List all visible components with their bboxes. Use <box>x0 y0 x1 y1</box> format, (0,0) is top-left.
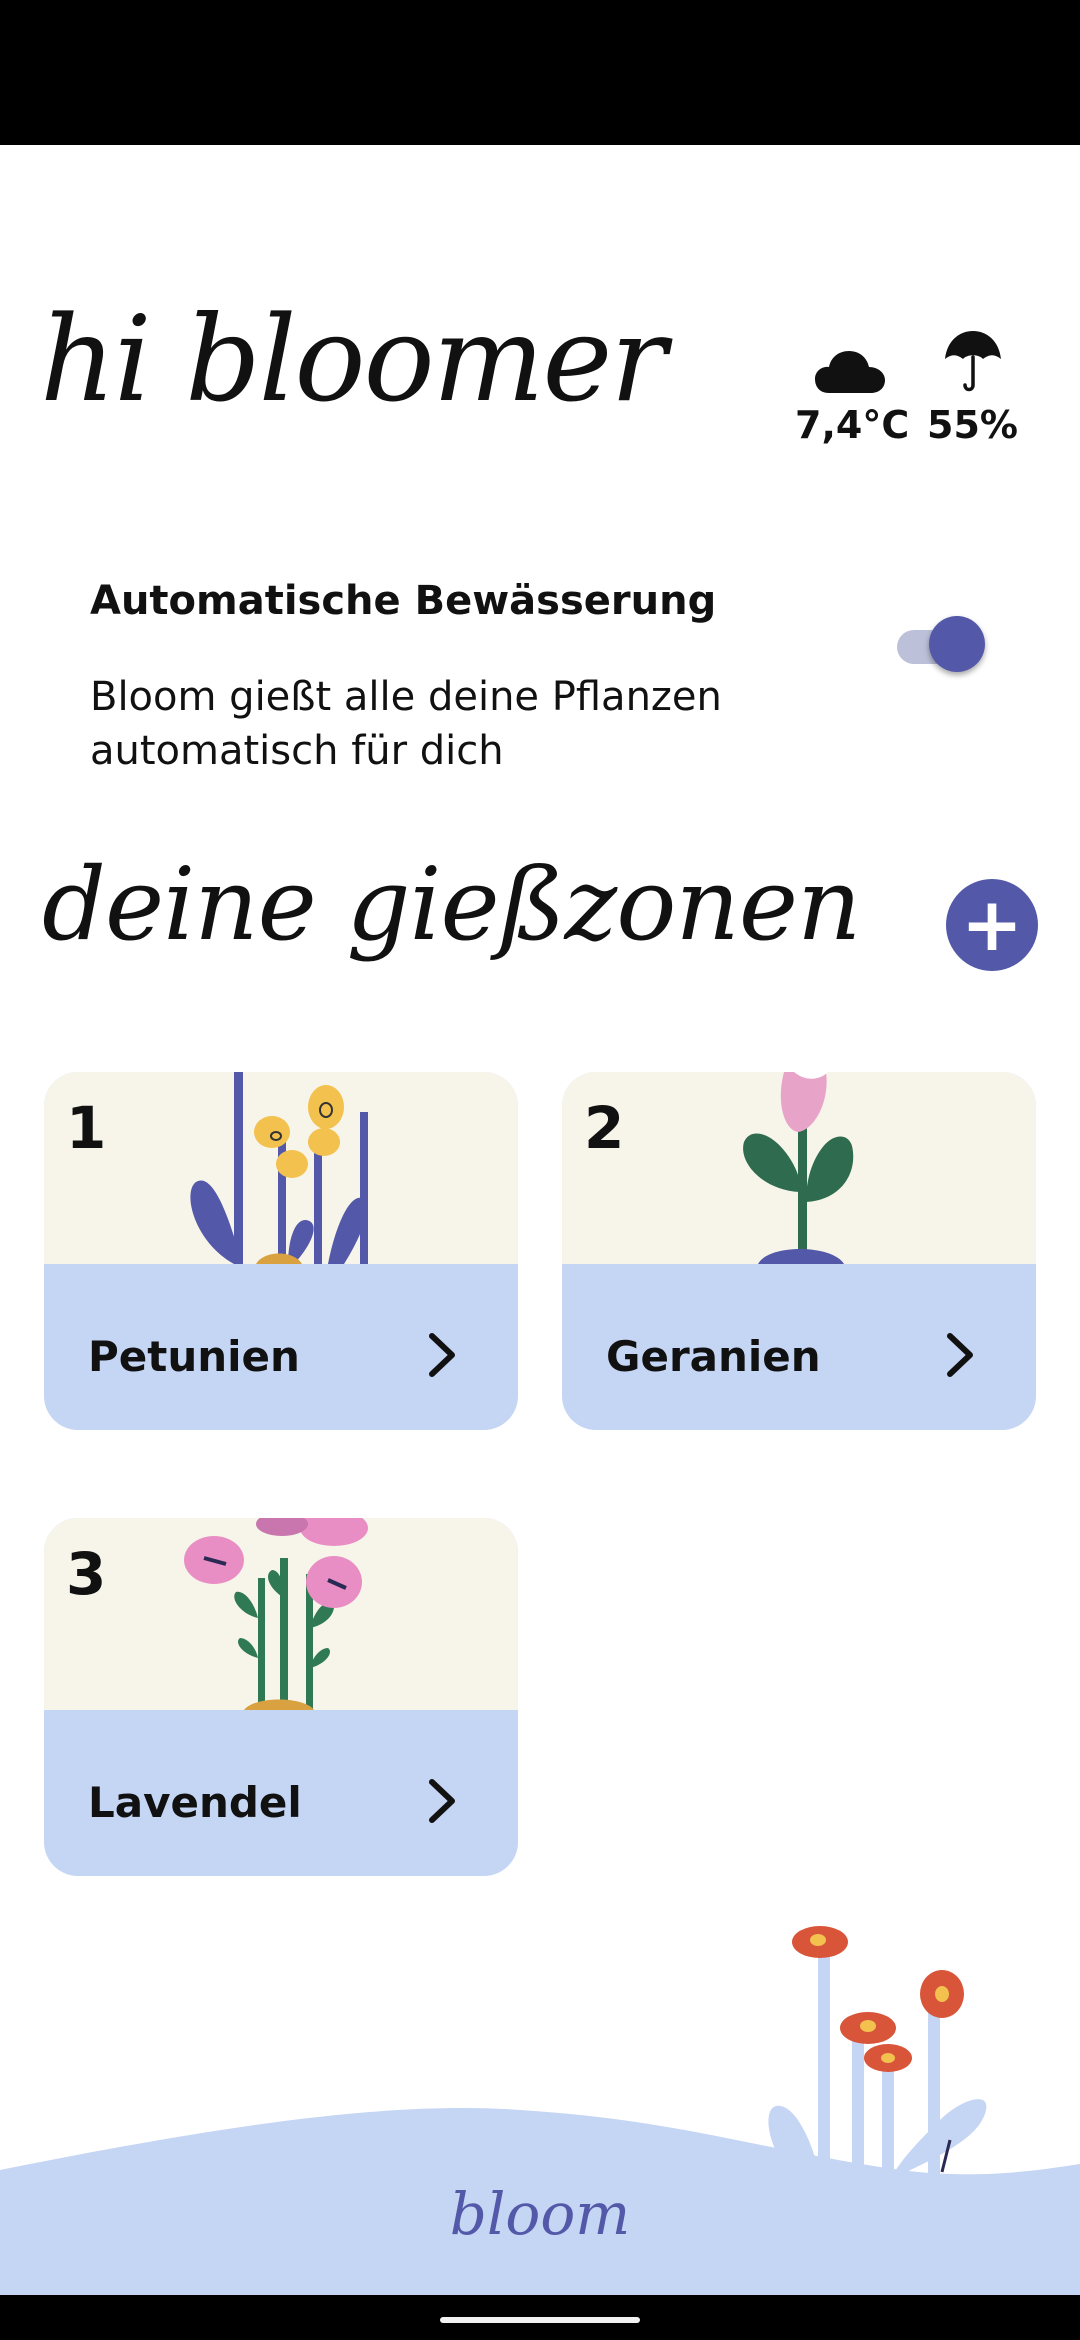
add-zone-button[interactable]: + <box>946 879 1038 971</box>
lavender-illustration-icon <box>184 1518 368 1710</box>
zone-card-petunien[interactable]: 1 Petunien <box>44 1072 518 1430</box>
auto-watering-toggle[interactable] <box>893 612 985 672</box>
toggle-thumb <box>929 616 985 672</box>
zone-number: 1 <box>66 1094 107 1162</box>
auto-watering-description: Bloom gießt alle deine Pflanzen automati… <box>90 674 722 774</box>
temperature-value: 7,4°C <box>795 403 910 447</box>
zone-number: 2 <box>584 1094 625 1162</box>
status-bar <box>0 0 1080 145</box>
chevron-right-icon <box>429 1779 455 1823</box>
greeting-title: hi bloomer <box>40 290 667 428</box>
zone-card-geranien[interactable]: 2 Geranien <box>562 1072 1036 1430</box>
zone-name: Petunien <box>88 1332 300 1381</box>
zone-illustration <box>44 1518 518 1710</box>
chevron-right-icon <box>947 1333 973 1377</box>
brand-logo: bloom <box>449 2180 631 2248</box>
plus-icon: + <box>960 882 1023 968</box>
umbrella-icon <box>920 305 1025 395</box>
navigation-bar <box>0 2295 1080 2340</box>
zone-illustration <box>44 1072 518 1264</box>
humidity-widget: 55% <box>920 305 1025 447</box>
zone-name: Lavendel <box>88 1778 302 1827</box>
geranium-illustration-icon <box>743 1072 854 1264</box>
zones-section-title: deine gießzonen <box>42 846 861 963</box>
home-gesture-handle[interactable] <box>440 2317 640 2323</box>
cloud-icon <box>795 305 905 395</box>
temperature-widget: 7,4°C <box>795 305 910 447</box>
auto-watering-title: Automatische Bewässerung <box>90 578 717 624</box>
zone-card-lavendel[interactable]: 3 Lavendel <box>44 1518 518 1876</box>
humidity-value: 55% <box>927 403 1018 447</box>
zone-illustration <box>562 1072 1036 1264</box>
zone-number: 3 <box>66 1540 107 1608</box>
zone-name: Geranien <box>606 1332 821 1381</box>
petunia-illustration-icon <box>190 1072 368 1264</box>
chevron-right-icon <box>429 1333 455 1377</box>
